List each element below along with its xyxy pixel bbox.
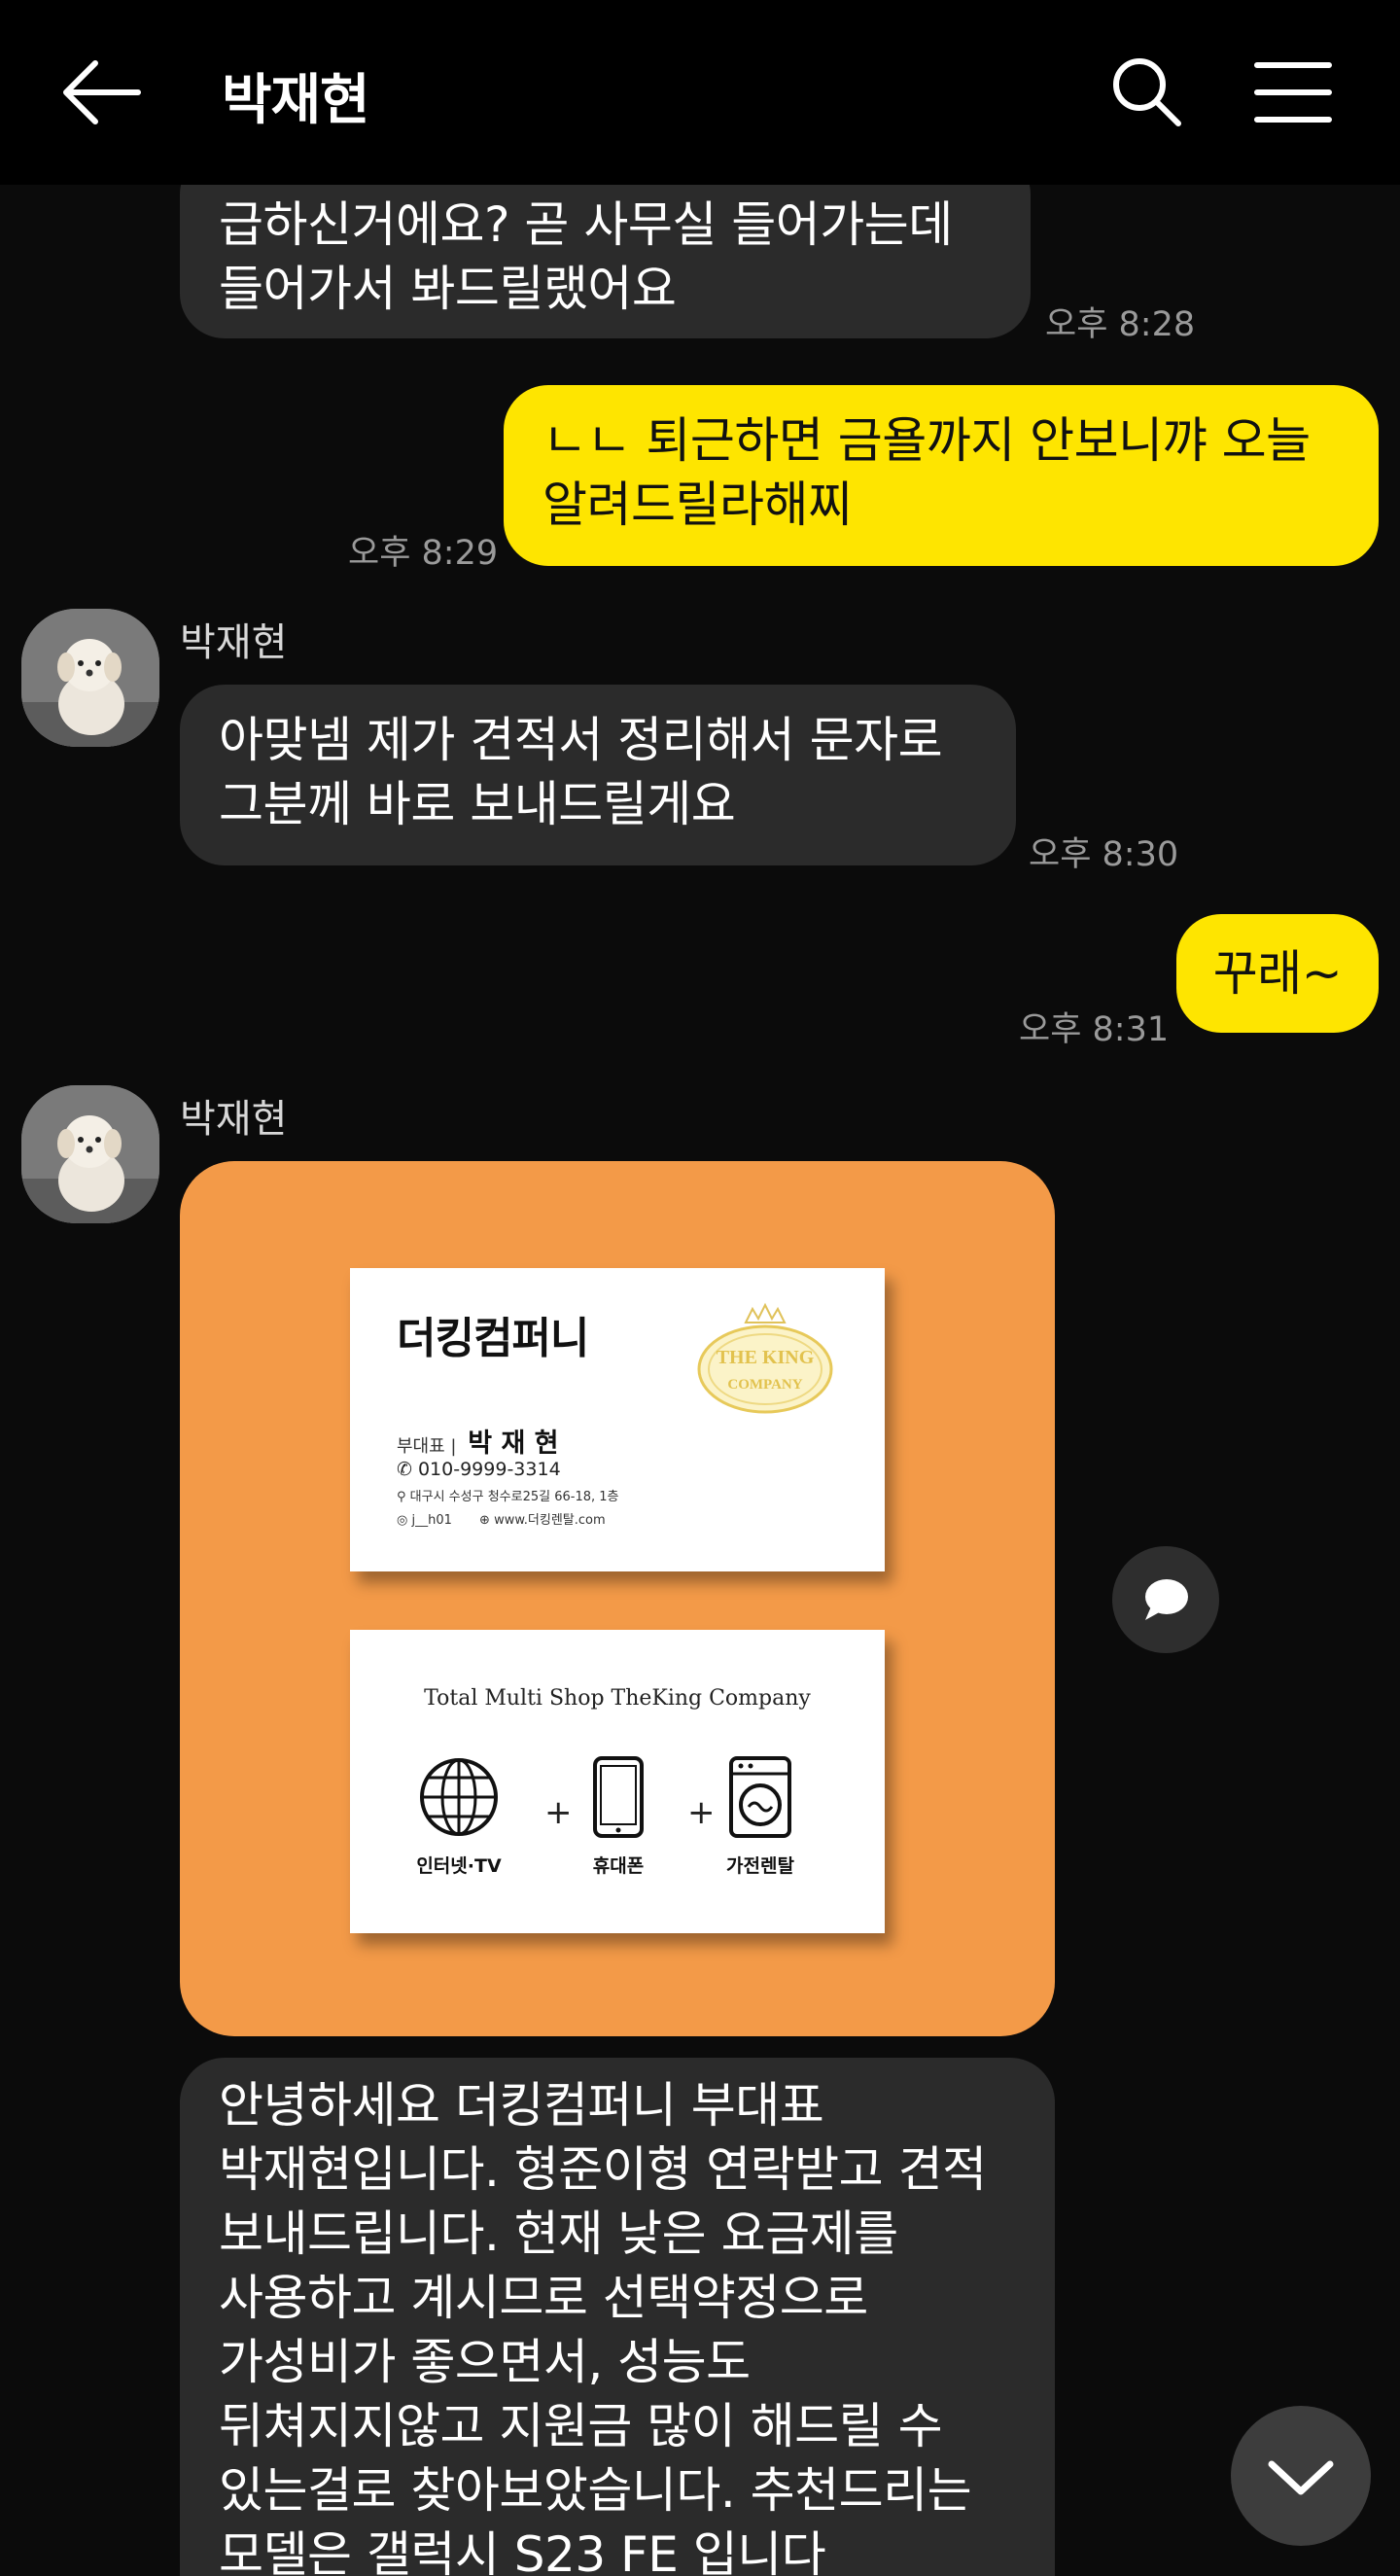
card-role: 부대표 | — [397, 1436, 457, 1457]
share-message-button[interactable] — [1112, 1546, 1219, 1653]
logo-line-2: COMPANY — [727, 1377, 802, 1393]
business-card-image-message[interactable]: 더킹컴퍼니 THE KING COMPANY 부대표 | 박 재 현 ✆ 010… — [180, 1161, 1055, 2036]
menu-button[interactable] — [1249, 53, 1337, 131]
card-website: www.더킹렌탈.com — [494, 1513, 606, 1528]
card-instagram: j__h01 — [411, 1513, 452, 1528]
smartphone-icon — [593, 1756, 644, 1838]
the-king-logo: THE KING COMPANY — [692, 1301, 838, 1418]
business-card-front: 더킹컴퍼니 THE KING COMPANY 부대표 | 박 재 현 ✆ 010… — [350, 1268, 885, 1571]
sender-name: 박재현 — [180, 620, 288, 665]
back-button[interactable] — [58, 53, 146, 131]
message-time: 오후 8:29 — [348, 534, 499, 573]
card-sns-line: ◎ j__h01 ⊕ www.더킹렌탈.com — [397, 1509, 606, 1528]
message-bubble-incoming[interactable]: 아맞넴 제가 견적서 정리해서 문자로 그분께 바로 보내드릴게요 — [180, 685, 1016, 865]
instagram-icon: ◎ — [397, 1513, 408, 1528]
puppy-avatar-image — [21, 609, 159, 747]
card-role-line: 부대표 | 박 재 현 — [397, 1422, 559, 1460]
message-time: 오후 8:30 — [1029, 835, 1179, 874]
message-bubble-outgoing[interactable]: ㄴㄴ 퇴근하면 금욜까지 안보니꺄 오늘 알려드릴라해찌 — [504, 385, 1379, 566]
card-slogan: Total Multi Shop TheKing Company — [424, 1686, 811, 1711]
chevron-down-icon — [1268, 2460, 1334, 2495]
business-card-back: Total Multi Shop TheKing Company 인터넷·TV … — [350, 1630, 885, 1933]
washing-machine-icon — [729, 1756, 791, 1838]
sender-name: 박재현 — [180, 1097, 288, 1142]
service-appliance: 가전렌탈 — [702, 1756, 819, 1878]
puppy-avatar-image — [21, 1085, 159, 1223]
message-bubble-outgoing[interactable]: 꾸래~ — [1176, 914, 1379, 1033]
message-time: 오후 8:31 — [1019, 1010, 1170, 1049]
chat-bubble-icon — [1145, 1579, 1188, 1620]
service-phone: 휴대폰 — [560, 1756, 677, 1878]
avatar[interactable] — [21, 609, 159, 747]
chat-title: 박재현 — [222, 69, 370, 132]
card-address: 대구시 수성구 청수로25길 66-18, 1층 — [409, 1490, 619, 1504]
phone-icon: ✆ — [397, 1459, 412, 1480]
logo-line-1: THE KING — [717, 1347, 815, 1368]
search-icon — [1113, 58, 1181, 126]
service-internet-tv: 인터넷·TV — [401, 1756, 517, 1878]
service-label: 인터넷·TV — [416, 1855, 502, 1877]
globe-icon — [420, 1758, 498, 1836]
message-bubble-incoming[interactable]: 안녕하세요 더킹컴퍼니 부대표 박재현입니다. 형준이형 연락받고 견적 보내드… — [180, 2058, 1055, 2576]
chat-header: 박재현 — [0, 0, 1400, 185]
scroll-to-bottom-button[interactable] — [1231, 2406, 1371, 2546]
back-arrow-icon — [63, 60, 141, 124]
message-bubble-incoming[interactable]: 급하신거에요? 곧 사무실 들어가는데 들어가서 봐드릴랬어요 — [180, 185, 1031, 338]
message-time: 오후 8:28 — [1045, 305, 1196, 344]
card-company-name: 더킹컴퍼니 — [397, 1314, 589, 1363]
service-label: 가전렌탈 — [726, 1855, 794, 1877]
card-address-line: ⚲ 대구시 수성구 청수로25길 66-18, 1층 — [397, 1486, 618, 1504]
location-pin-icon: ⚲ — [397, 1490, 406, 1504]
card-phone-line: ✆ 010-9999-3314 — [397, 1459, 561, 1480]
card-phone: 010-9999-3314 — [417, 1459, 561, 1480]
chat-messages[interactable]: 급하신거에요? 곧 사무실 들어가는데 들어가서 봐드릴랬어요 오후 8:28 … — [0, 185, 1400, 2576]
card-person-name: 박 재 현 — [468, 1429, 559, 1459]
avatar[interactable] — [21, 1085, 159, 1223]
search-button[interactable] — [1108, 53, 1186, 131]
menu-icon — [1254, 62, 1332, 123]
service-label: 휴대폰 — [592, 1855, 645, 1877]
globe-icon: ⊕ — [479, 1513, 490, 1528]
